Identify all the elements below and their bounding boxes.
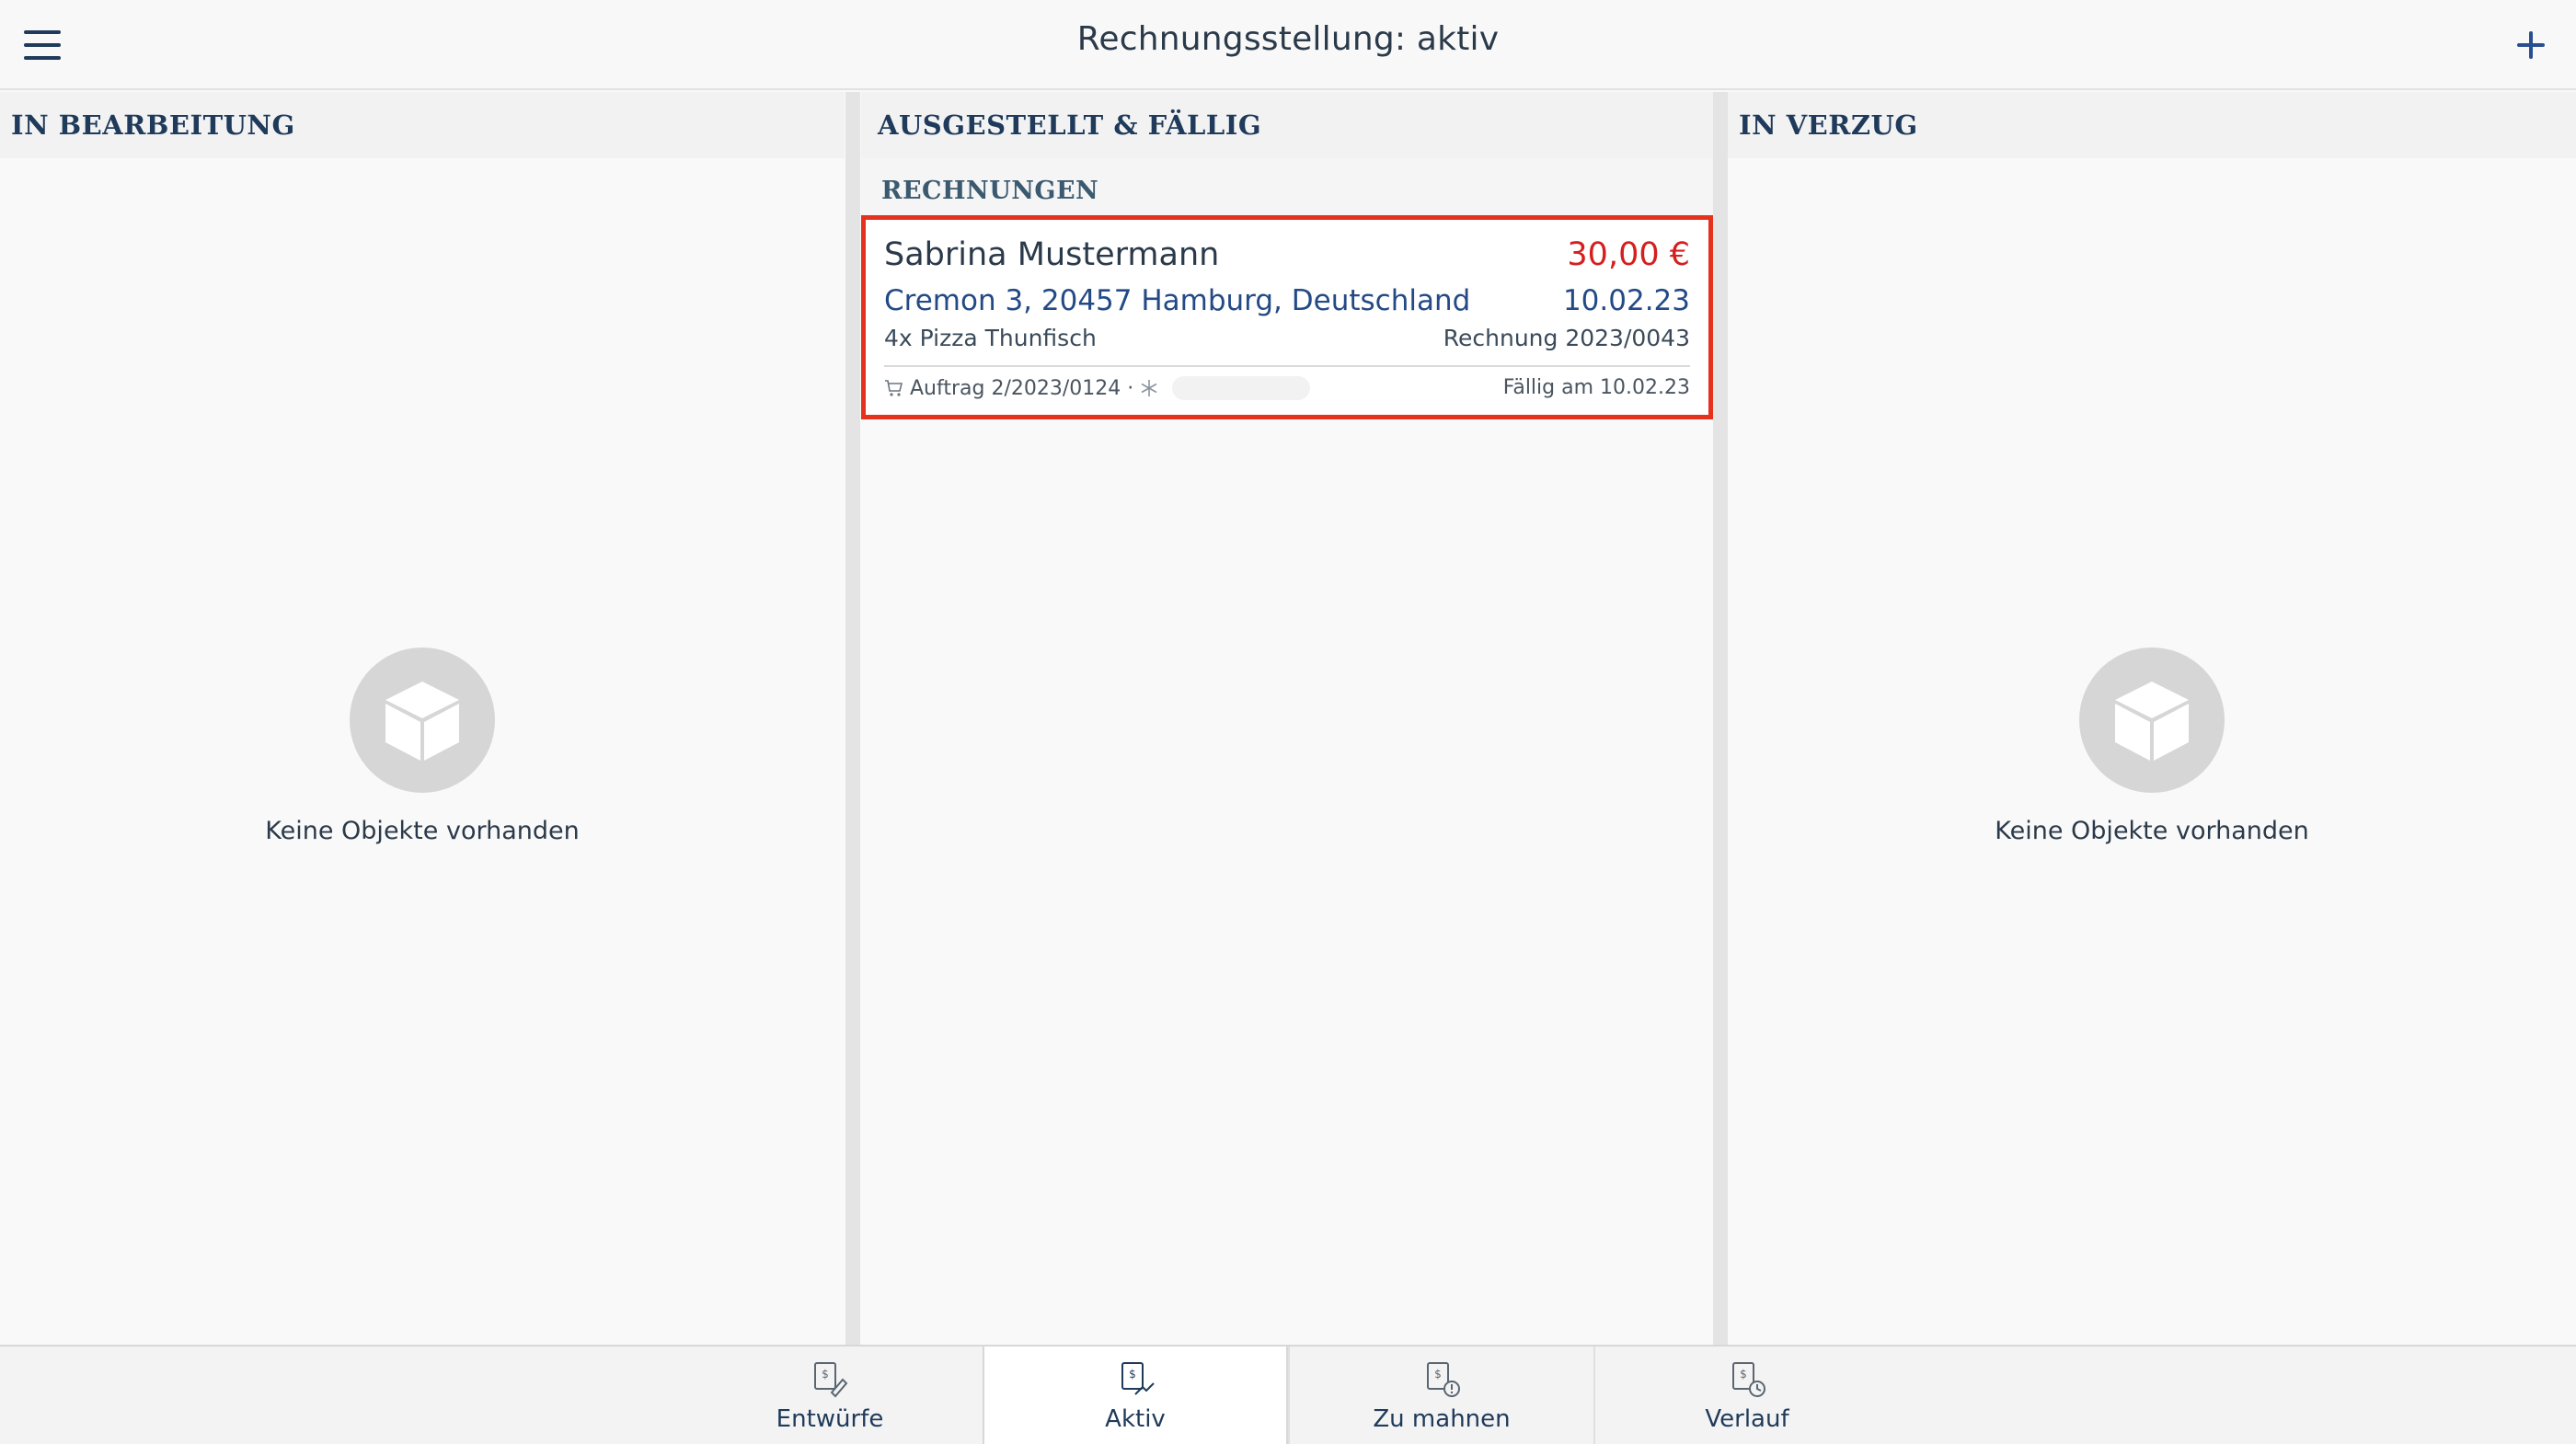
due-date: Fällig am 10.02.23 xyxy=(1502,376,1690,399)
empty-state-text: Keine Objekte vorhanden xyxy=(265,817,580,845)
card-divider xyxy=(884,365,1690,367)
empty-state: Keine Objekte vorhanden xyxy=(0,648,845,845)
invoice-active-icon: $ xyxy=(1121,1362,1155,1395)
column-header: IN BEARBEITUNG xyxy=(0,92,845,158)
invoice-number: Rechnung 2023/0043 xyxy=(1443,325,1690,351)
column-header: AUSGESTELLT & FÄLLIG xyxy=(861,92,1713,158)
tab-label: Entwürfe xyxy=(776,1405,884,1433)
invoice-card[interactable]: Sabrina Mustermann 30,00 € Cremon 3, 204… xyxy=(861,215,1713,419)
invoice-date: 10.02.23 xyxy=(1562,284,1690,317)
svg-text:$: $ xyxy=(1740,1368,1747,1381)
page-title: Rechnungsstellung: aktiv xyxy=(1076,20,1500,58)
tab-verlauf[interactable]: $ Verlauf xyxy=(1593,1347,1899,1444)
svg-text:$: $ xyxy=(822,1368,829,1381)
invoice-draft-icon: $ xyxy=(814,1362,848,1398)
svg-text:$: $ xyxy=(1129,1368,1136,1381)
empty-state: Keine Objekte vorhanden xyxy=(1728,648,2576,845)
top-bar: Rechnungsstellung: aktiv xyxy=(0,0,2576,90)
svg-text:$: $ xyxy=(1434,1368,1442,1381)
order-number: Auftrag 2/2023/0124 · xyxy=(910,376,1134,400)
invoice-items: 4x Pizza Thunfisch xyxy=(884,325,1097,351)
invoice-reminder-icon: $ xyxy=(1427,1362,1460,1397)
tab-label: Verlauf xyxy=(1705,1405,1789,1433)
customer-address: Cremon 3, 20457 Hamburg, Deutschland xyxy=(884,284,1471,317)
bottom-tab-bar: $ Entwürfe $ Aktiv $ Zu mahnen $ Verlauf xyxy=(0,1345,2576,1444)
redacted-field xyxy=(1172,376,1311,400)
invoice-amount: 30,00 € xyxy=(1567,236,1690,273)
order-reference: Auftrag 2/2023/0124 · xyxy=(884,376,1311,400)
column-divider xyxy=(1713,92,1728,1345)
tab-label: Aktiv xyxy=(1105,1405,1166,1433)
column-divider xyxy=(845,92,860,1345)
column-header: IN VERZUG xyxy=(1728,92,2576,158)
tab-entwuerfe[interactable]: $ Entwürfe xyxy=(677,1347,983,1444)
tab-aktiv[interactable]: $ Aktiv xyxy=(983,1347,1288,1444)
box-icon xyxy=(350,648,495,793)
column-in-verzug: IN VERZUG Keine Objekte vorhanden xyxy=(1728,92,2576,1345)
plus-icon[interactable] xyxy=(2510,24,2552,66)
empty-state-text: Keine Objekte vorhanden xyxy=(1995,817,2309,845)
tab-label: Zu mahnen xyxy=(1373,1405,1511,1433)
column-in-bearbeitung: IN BEARBEITUNG Keine Objekte vorhanden xyxy=(0,92,845,1345)
invoice-history-icon: $ xyxy=(1732,1362,1765,1397)
customer-name: Sabrina Mustermann xyxy=(884,236,1220,273)
column-ausgestellt-faellig: AUSGESTELLT & FÄLLIG RECHNUNGEN Sabrina … xyxy=(861,92,1713,1345)
snowflake-icon xyxy=(1141,380,1157,396)
cart-icon xyxy=(885,380,903,396)
tab-zu-mahnen[interactable]: $ Zu mahnen xyxy=(1288,1347,1593,1444)
box-icon xyxy=(2079,648,2225,793)
